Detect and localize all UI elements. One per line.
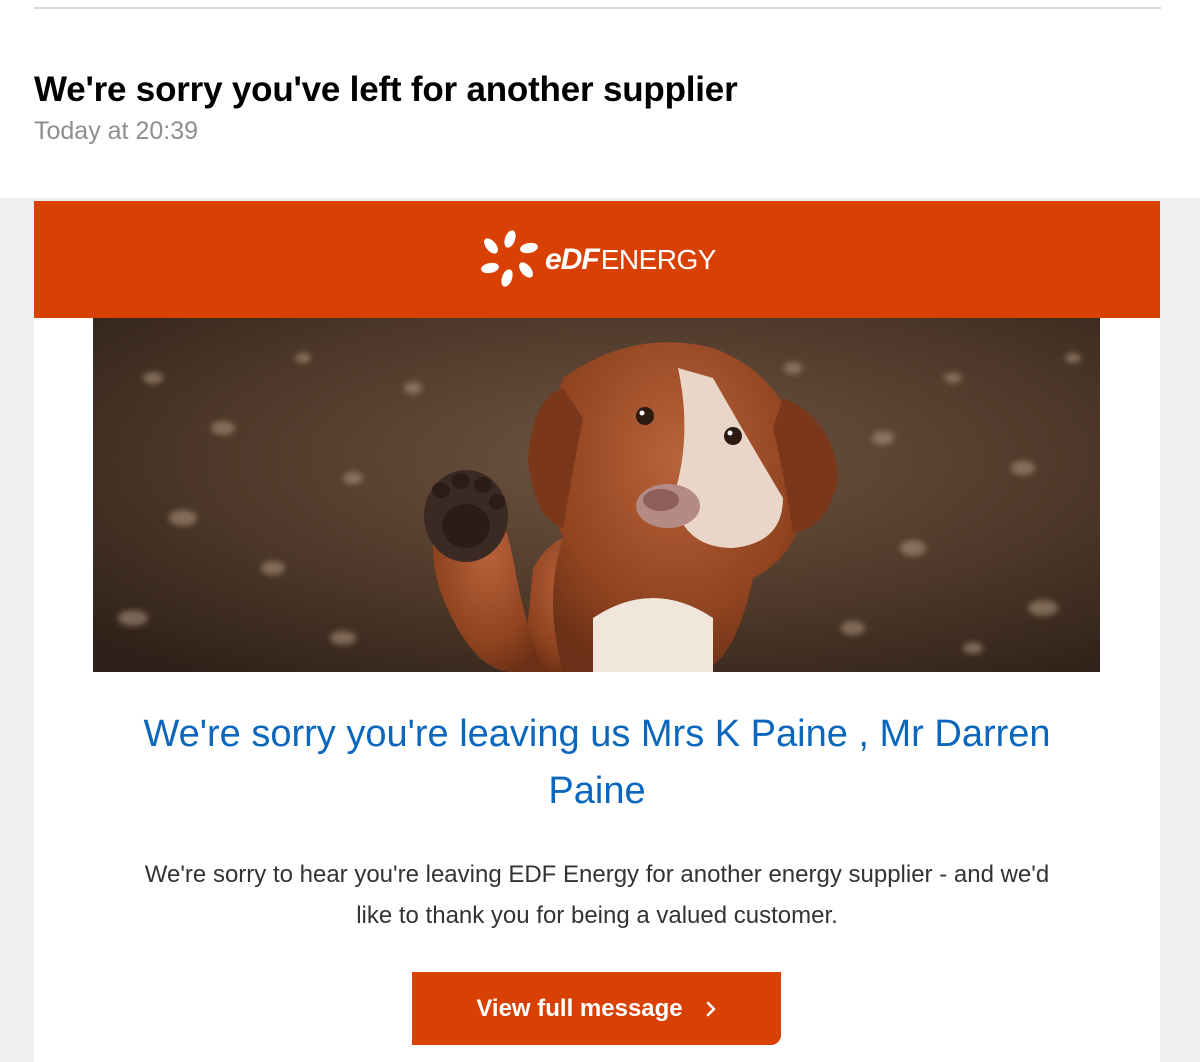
email-date: Today at 20:39 <box>34 117 199 145</box>
message-header: We're sorry you've left for another supp… <box>0 0 1200 198</box>
email-body-text: We're sorry to hear you're leaving EDF E… <box>144 861 1050 929</box>
email-viewer: We're sorry you've left for another supp… <box>0 0 1200 1062</box>
top-divider <box>34 7 1161 9</box>
brand-name-edf: eDF <box>545 243 600 276</box>
brand-name-energy: ENERGY <box>600 244 717 275</box>
edf-energy-logo: eDF ENERGY <box>479 229 716 292</box>
email-card: eDF ENERGY We're sorry you're leaving us… <box>34 201 1160 1062</box>
cta-label: View full message <box>476 994 683 1022</box>
hero-dog-photo <box>93 318 1100 672</box>
email-body-area[interactable]: eDF ENERGY We're sorry you're leaving us… <box>0 198 1200 1062</box>
email-headline: We're sorry you're leaving us Mrs K Pain… <box>143 713 1051 812</box>
edf-swirl-icon <box>479 229 541 292</box>
chevron-right-icon <box>705 1000 717 1018</box>
dog-raising-paw-photo <box>93 318 1100 672</box>
brand-wordmark: eDF ENERGY <box>545 243 716 277</box>
view-full-message-button[interactable]: View full message <box>412 972 781 1045</box>
brand-header-bar: eDF ENERGY <box>34 201 1160 318</box>
email-subject: We're sorry you've left for another supp… <box>34 70 738 109</box>
